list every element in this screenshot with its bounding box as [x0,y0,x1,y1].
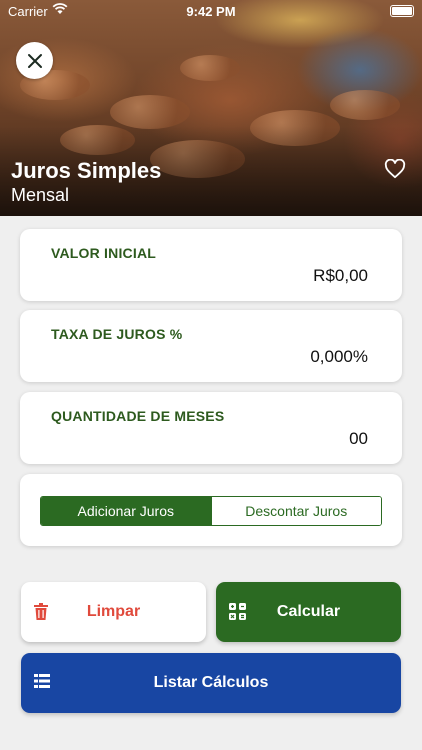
interest-rate-label: TAXA DE JUROS % [51,326,183,342]
initial-value-input[interactable]: R$0,00 [313,266,368,286]
months-label: QUANTIDADE DE MESES [51,408,225,424]
months-field[interactable]: QUANTIDADE DE MESES 00 [20,392,402,464]
clear-button[interactable]: Limpar [21,582,206,642]
close-icon [27,53,42,68]
heart-icon [384,158,406,179]
battery-icon [390,5,414,17]
list-icon [34,674,50,688]
close-button[interactable] [16,42,53,79]
mode-card: Adicionar Juros Descontar Juros [20,474,402,546]
initial-value-label: VALOR INICIAL [51,245,157,261]
list-calculations-button[interactable]: Listar Cálculos [21,653,401,713]
status-time: 9:42 PM [186,4,236,19]
coin-decoration [180,55,240,81]
initial-value-field[interactable]: VALOR INICIAL R$0,00 [20,229,402,301]
page-title: Juros Simples [11,158,162,183]
discount-interest-option[interactable]: Descontar Juros [210,497,381,525]
favorite-button[interactable] [384,158,406,184]
coin-decoration [110,95,190,129]
months-input[interactable]: 00 [349,429,368,449]
add-interest-option[interactable]: Adicionar Juros [41,497,211,525]
coin-decoration [330,90,400,120]
calculate-button[interactable]: Calcular [216,582,401,642]
mode-toggle: Adicionar Juros Descontar Juros [40,496,382,526]
page-subtitle: Mensal [11,185,70,205]
trash-icon [34,603,48,620]
interest-rate-input[interactable]: 0,000% [310,347,368,367]
clear-button-label: Limpar [86,603,141,620]
calculator-icon [229,603,246,620]
interest-rate-field[interactable]: TAXA DE JUROS % 0,000% [20,310,402,382]
list-calculations-label: Listar Cálculos [153,674,269,691]
status-bar: Carrier 9:42 PM [0,0,422,22]
